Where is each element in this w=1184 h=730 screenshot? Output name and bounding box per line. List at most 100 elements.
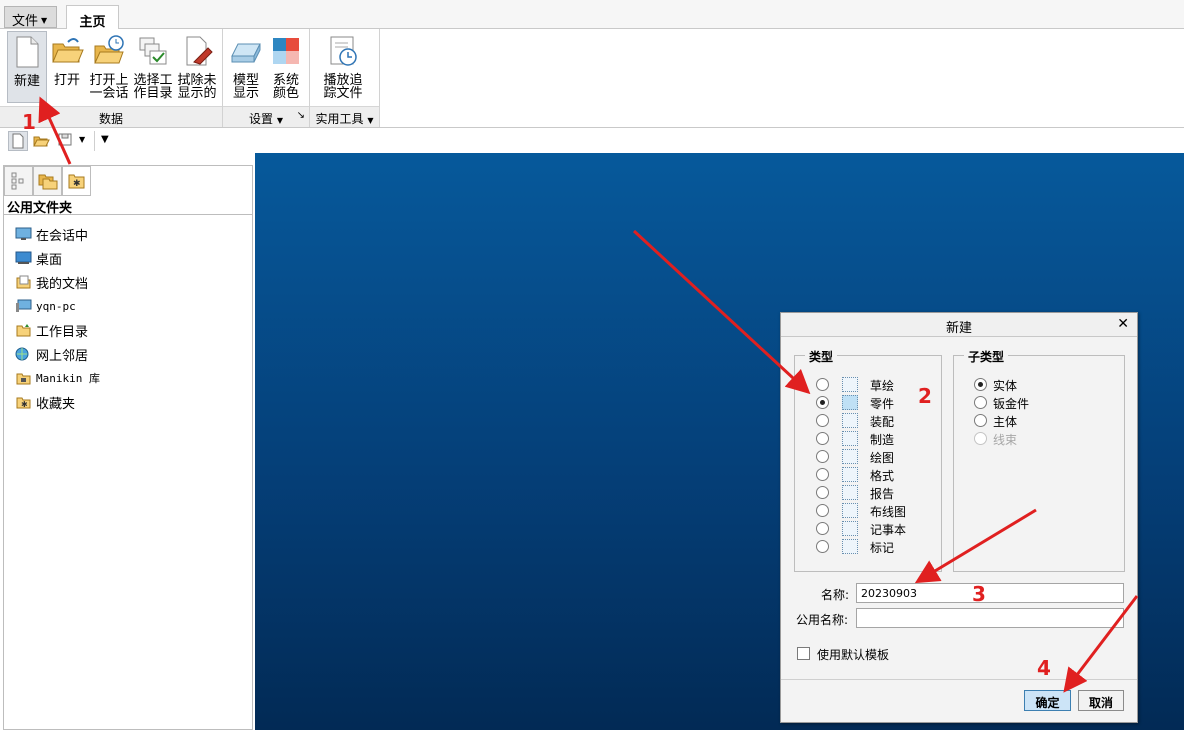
name-label: 名称: [821, 588, 850, 602]
working-directory-icon [136, 34, 170, 68]
settings-group-label[interactable]: 设置 ▼ ↘ [223, 106, 309, 127]
type-radio[interactable] [816, 468, 829, 481]
favorites-icon: ✱ [15, 395, 33, 409]
type-label: 标记 [870, 541, 895, 555]
type-label: 零件 [870, 397, 895, 411]
play-trail-file-button[interactable]: 播放追 踪文件 [321, 31, 365, 103]
quick-access-toolbar: ▼ ▼ [0, 128, 1184, 153]
folder-computer[interactable]: yqn-pc [15, 297, 76, 315]
folder-label: 桌面 [36, 252, 63, 268]
markup-icon [842, 539, 858, 554]
network-icon [15, 347, 33, 361]
utilities-group-label[interactable]: 实用工具 ▼ [310, 106, 379, 127]
type-radio[interactable] [816, 432, 829, 445]
file-menu-tab[interactable]: 文件 ▼ [4, 6, 57, 29]
new-dialog: 新建 ✕ 类型 子类型 实体 钣金件 主体 线束 名称: 公用名称: 使用默认模… [780, 312, 1138, 723]
type-label: 装配 [870, 415, 895, 429]
type-radio[interactable] [816, 486, 829, 499]
open-folder-icon [50, 34, 84, 68]
folder-browser-tab[interactable] [33, 166, 62, 196]
drawing-icon [842, 449, 858, 464]
svg-text:✱: ✱ [21, 400, 28, 409]
desktop-icon [15, 251, 33, 265]
folder-in-session[interactable]: 在会话中 [15, 225, 89, 244]
type-radio[interactable] [816, 504, 829, 517]
open-last-session-button[interactable]: 打开上 一会话 [89, 31, 129, 103]
quick-save-button[interactable] [56, 131, 76, 151]
erase-not-displayed-button[interactable]: 拭除未 显示的 [177, 31, 217, 103]
folder-label: 在会话中 [36, 228, 89, 244]
cancel-button[interactable]: 取消 [1078, 690, 1124, 711]
open-button[interactable]: 打开 [49, 31, 85, 103]
divider [781, 679, 1137, 680]
type-label: 报告 [870, 487, 895, 501]
subtype-legend: 子类型 [964, 348, 1009, 365]
type-label: 记事本 [870, 523, 907, 537]
navigator-panel: ✱ 公用文件夹 在会话中 桌面 我的文档 yqn-pc 工作目录 网上邻居 Ma… [3, 165, 253, 730]
use-default-template-checkbox[interactable] [797, 647, 810, 660]
model-display-icon [229, 34, 263, 68]
tree-icon [11, 172, 24, 190]
system-colors-button[interactable]: 系统 颜色 [268, 31, 304, 103]
folder-manikin-library[interactable]: Manikin 库 [15, 369, 100, 387]
ok-button[interactable]: 确定 [1024, 690, 1071, 711]
type-radio[interactable] [816, 540, 829, 553]
open-session-icon [92, 34, 126, 68]
ribbon-tab-bar: 文件 ▼ 主页 [0, 0, 1184, 30]
working-folder-icon [15, 323, 33, 337]
step-3-label: 3 [972, 582, 986, 606]
common-name-input[interactable] [856, 608, 1124, 628]
folder-my-documents[interactable]: 我的文档 [15, 273, 88, 292]
new-file-icon [12, 133, 24, 149]
model-tree-tab[interactable] [4, 166, 33, 196]
svg-text:✱: ✱ [73, 179, 81, 189]
folder-label: 收藏夹 [36, 396, 76, 412]
select-working-directory-button[interactable]: 选择工 作目录 [133, 31, 173, 103]
chevron-down-icon[interactable]: ▼ [79, 131, 99, 151]
quick-open-button[interactable] [32, 131, 52, 151]
sketch-icon [842, 377, 858, 392]
report-icon [842, 485, 858, 500]
new-button-label: 新建 [13, 74, 40, 89]
type-label: 绘图 [870, 451, 895, 465]
favorites-tab[interactable]: ✱ [62, 166, 91, 196]
folder-favorites[interactable]: ✱ 收藏夹 [15, 393, 76, 412]
type-label: 布线图 [870, 505, 907, 519]
model-display-button[interactable]: 模型 显示 [228, 31, 264, 103]
dialog-launcher-icon[interactable]: ↘ [297, 110, 305, 121]
folder-network[interactable]: 网上邻居 [15, 345, 88, 364]
subtype-solid-radio[interactable] [974, 378, 987, 391]
new-button[interactable]: 新建 [7, 31, 47, 103]
model-display-line2: 显示 [232, 86, 259, 101]
use-default-template-label: 使用默认模板 [817, 648, 890, 662]
computer-icon [15, 299, 33, 313]
type-radio[interactable] [816, 378, 829, 391]
folder-browser-icon [38, 174, 58, 190]
play-trail-icon [326, 34, 360, 68]
folder-label: Manikin 库 [36, 372, 100, 385]
quick-new-button[interactable] [8, 131, 28, 151]
customize-toolbar-icon[interactable]: ▼ [101, 131, 121, 151]
system-colors-line2: 颜色 [272, 86, 299, 101]
close-icon[interactable]: ✕ [1117, 316, 1129, 332]
layout-icon [842, 521, 858, 536]
type-label: 格式 [870, 469, 895, 483]
erase-not-displayed-line2: 显示的 [177, 86, 217, 101]
type-radio[interactable] [816, 450, 829, 463]
folder-desktop[interactable]: 桌面 [15, 249, 63, 268]
type-radio[interactable] [816, 522, 829, 535]
chevron-down-icon: ▼ [367, 116, 374, 125]
subtype-sheetmetal-radio[interactable] [974, 396, 987, 409]
folder-working-directory[interactable]: 工作目录 [15, 321, 88, 340]
part-icon [842, 395, 858, 410]
erase-icon [180, 34, 214, 68]
home-tab[interactable]: 主页 [66, 5, 119, 30]
subtype-body-radio[interactable] [974, 414, 987, 427]
name-input[interactable] [856, 583, 1124, 603]
subtype-label: 线束 [993, 433, 1018, 447]
library-icon [15, 371, 33, 385]
type-radio[interactable] [816, 396, 829, 409]
monitor-icon [15, 227, 33, 241]
dialog-title-text: 新建 [945, 321, 972, 336]
type-radio[interactable] [816, 414, 829, 427]
